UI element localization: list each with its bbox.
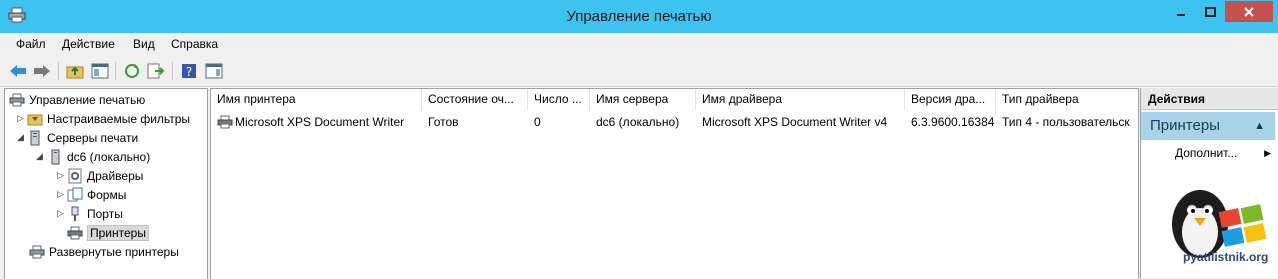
- column-header-driver-type[interactable]: Тип драйвера: [996, 89, 1136, 110]
- submenu-arrow-icon: ▶: [1264, 148, 1271, 158]
- cell-server-name: dc6 (локально): [596, 115, 680, 129]
- menu-bar: Файл Действие Вид Справка: [0, 33, 1278, 55]
- back-arrow-icon: [10, 65, 26, 77]
- menu-view[interactable]: Вид: [133, 37, 155, 51]
- tree-item-deployed-printers[interactable]: Развернутые принтеры: [29, 242, 179, 261]
- tree-item-server-dc6[interactable]: dc6 (локально): [47, 147, 150, 166]
- tree-item-ports[interactable]: Порты: [67, 204, 123, 223]
- menu-action[interactable]: Действие: [62, 37, 115, 51]
- actions-header: Действия: [1141, 88, 1278, 110]
- tree-item-print-servers[interactable]: Серверы печати: [27, 128, 138, 147]
- forward-button[interactable]: [32, 61, 52, 81]
- tree-label: Серверы печати: [47, 130, 139, 145]
- back-button[interactable]: [8, 61, 28, 81]
- collapsed-expander-icon[interactable]: ▷: [57, 208, 64, 219]
- svg-text:?: ?: [186, 65, 192, 79]
- console-tree: Управление печатью ▷ Настраиваемые фильт…: [4, 88, 208, 279]
- cell-queue-status: Готов: [428, 115, 459, 129]
- minimize-button[interactable]: [1167, 1, 1195, 22]
- export-icon: [147, 63, 165, 79]
- watermark-text: pyatilistnik.org: [1183, 250, 1269, 264]
- show-hide-tree-button[interactable]: [90, 61, 110, 81]
- tree-label: dc6 (локально): [67, 149, 151, 164]
- expanded-expander-icon[interactable]: ◢: [17, 132, 24, 143]
- toolbar-separator: [172, 62, 173, 80]
- printer-icon: [67, 225, 83, 241]
- action-pane-icon: [205, 63, 223, 79]
- column-header-driver-version[interactable]: Версия дра...: [905, 89, 996, 110]
- menu-file[interactable]: Файл: [16, 37, 46, 51]
- tree-label: Драйверы: [87, 168, 144, 183]
- port-plug-icon: [67, 206, 83, 222]
- up-folder-button[interactable]: [65, 61, 85, 81]
- tree-item-custom-filters[interactable]: Настраиваемые фильтры: [27, 109, 190, 128]
- refresh-button[interactable]: [122, 61, 142, 81]
- help-icon: ?: [182, 64, 196, 79]
- collapse-up-icon[interactable]: ▲: [1254, 112, 1265, 140]
- printer-list: Имя принтера Состояние оч... Число ... И…: [210, 88, 1139, 279]
- close-icon: [1244, 6, 1254, 17]
- cell-driver-name: Microsoft XPS Document Writer v4: [702, 115, 888, 129]
- forms-icon: [67, 187, 83, 203]
- forward-arrow-icon: [34, 65, 50, 77]
- title-bar: Управление печатью: [0, 0, 1278, 33]
- column-header-printer-name[interactable]: Имя принтера: [211, 89, 422, 110]
- collapsed-expander-icon[interactable]: ▷: [57, 170, 64, 181]
- tree-item-print-management[interactable]: Управление печатью: [9, 90, 145, 109]
- column-header-server-name[interactable]: Имя сервера: [590, 89, 696, 110]
- tree-label: Развернутые принтеры: [49, 244, 179, 259]
- tree-label: Принтеры: [87, 224, 149, 241]
- tree-item-forms[interactable]: Формы: [67, 185, 126, 204]
- menu-help[interactable]: Справка: [171, 37, 218, 51]
- tree-item-printers[interactable]: Принтеры: [67, 223, 149, 242]
- toolbar: ?: [0, 55, 1278, 87]
- help-button[interactable]: ?: [179, 61, 199, 81]
- console-tree-icon: [91, 63, 109, 79]
- maximize-button[interactable]: [1196, 1, 1224, 22]
- column-header-queue-status[interactable]: Состояние оч...: [422, 89, 528, 110]
- servers-icon: [27, 130, 43, 146]
- actions-section-label: Принтеры: [1150, 117, 1220, 134]
- show-hide-action-pane-button[interactable]: [204, 61, 224, 81]
- folder-up-icon: [66, 66, 84, 79]
- actions-section-printers[interactable]: Принтеры ▲: [1141, 112, 1275, 140]
- tree-label: Управление печатью: [29, 92, 146, 107]
- cell-job-count: 0: [534, 115, 541, 129]
- cell-driver-type: Тип 4 - пользовательск: [1002, 115, 1130, 129]
- more-actions-label: Дополнит...: [1175, 146, 1238, 160]
- server-icon: [47, 149, 63, 165]
- column-header-job-count[interactable]: Число ...: [528, 89, 590, 110]
- more-actions-item[interactable]: Дополнит... ▶: [1175, 143, 1271, 163]
- toolbar-separator: [115, 62, 116, 80]
- window-title: Управление печатью: [566, 8, 712, 25]
- filter-folder-icon: [27, 111, 43, 127]
- export-list-button[interactable]: [146, 61, 166, 81]
- close-button[interactable]: [1225, 1, 1273, 22]
- printer-icon: [29, 244, 45, 260]
- collapsed-expander-icon[interactable]: ▷: [57, 189, 64, 200]
- toolbar-separator: [58, 62, 59, 80]
- column-header-driver-name[interactable]: Имя драйвера: [696, 89, 905, 110]
- printer-icon: [9, 92, 25, 108]
- tree-label: Формы: [87, 187, 127, 202]
- refresh-icon: [125, 64, 139, 78]
- tree-label: Порты: [87, 206, 123, 221]
- tree-item-drivers[interactable]: Драйверы: [67, 166, 143, 185]
- expanded-expander-icon[interactable]: ◢: [36, 151, 43, 162]
- tree-label: Настраиваемые фильтры: [47, 111, 191, 126]
- drivers-icon: [67, 168, 83, 184]
- cell-driver-version: 6.3.9600.16384: [911, 115, 995, 129]
- collapsed-expander-icon[interactable]: ▷: [17, 113, 24, 124]
- cell-printer-name: Microsoft XPS Document Writer: [235, 115, 405, 129]
